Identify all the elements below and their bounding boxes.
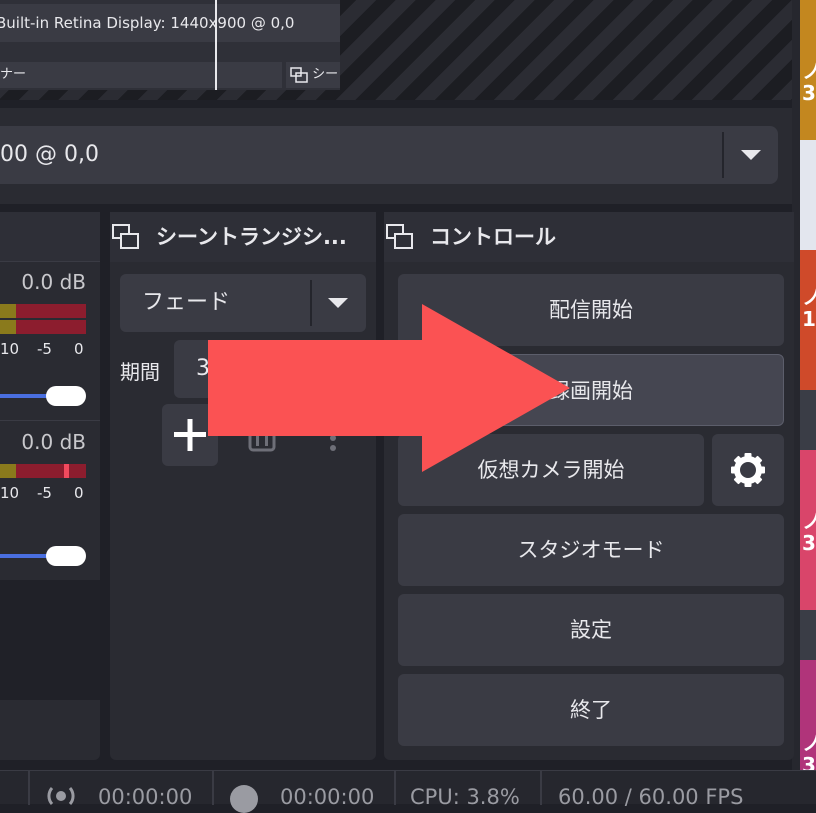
volume-meter	[0, 304, 86, 334]
source-item[interactable]: ナー	[0, 62, 282, 88]
studio-mode-button[interactable]: スタジオモード	[398, 514, 784, 586]
virtual-camera-settings-button[interactable]	[712, 434, 784, 506]
status-divider	[540, 771, 542, 805]
transitions-title: シーントランジシ...	[156, 225, 347, 249]
preview-guide-line	[215, 0, 217, 90]
meter-scale-label: 10	[0, 484, 20, 502]
display-capture-label: Built-in Retina Display: 1440x900 @ 0,0	[0, 4, 340, 42]
window-icon	[112, 224, 139, 249]
meter-scale-label: 0	[74, 340, 84, 358]
desktop-thumbnail	[800, 140, 816, 250]
desktop-thumbnail: ノ13	[800, 250, 816, 390]
mixer-empty-area	[0, 580, 100, 700]
record-time: 00:00:00	[280, 785, 375, 809]
desktop-thumbnail: ノ3.	[800, 450, 816, 610]
select-divider	[722, 132, 724, 178]
desktop-thumbnail	[800, 610, 816, 660]
meter-scale-label: 10	[0, 340, 20, 358]
desktop-thumbnail: ノ3.	[800, 0, 816, 140]
source-item-scene[interactable]: シー	[286, 62, 340, 88]
fps-readout: 60.00 / 60.00 FPS	[558, 785, 744, 809]
stream-time: 00:00:00	[98, 785, 193, 809]
meter-scale-label: -5	[37, 484, 52, 502]
mixer-volume-db: 0.0 dB	[21, 270, 86, 294]
status-divider	[212, 771, 214, 805]
mixer-header	[0, 212, 100, 262]
desktop-thumbnail	[800, 390, 816, 450]
cpu-usage: CPU: 3.8%	[410, 785, 520, 809]
gear-icon	[731, 453, 765, 487]
mixer-volume-db: 0.0 dB	[21, 430, 86, 454]
mixer-divider	[0, 420, 100, 421]
broadcast-icon	[47, 787, 75, 805]
exit-button[interactable]: 終了	[398, 674, 784, 746]
window-icon	[386, 224, 413, 249]
settings-button[interactable]: 設定	[398, 594, 784, 666]
meter-scale-label: 0	[74, 484, 84, 502]
window-icon	[290, 66, 308, 83]
duration-label: 期間	[120, 360, 160, 384]
annotation-arrow	[208, 304, 570, 472]
display-select[interactable]: 00 @ 0,0	[0, 126, 778, 184]
meter-scale-label: -5	[37, 340, 52, 358]
volume-slider-handle[interactable]	[46, 386, 86, 406]
chevron-down-icon	[741, 150, 761, 160]
status-divider	[28, 771, 30, 805]
record-icon	[230, 785, 258, 813]
status-bar: 00:00:00 00:00:00 CPU: 3.8% 60.00 / 60.0…	[0, 770, 816, 813]
volume-slider-handle[interactable]	[46, 546, 86, 566]
status-divider	[394, 771, 396, 805]
controls-title: コントロール	[430, 225, 556, 249]
